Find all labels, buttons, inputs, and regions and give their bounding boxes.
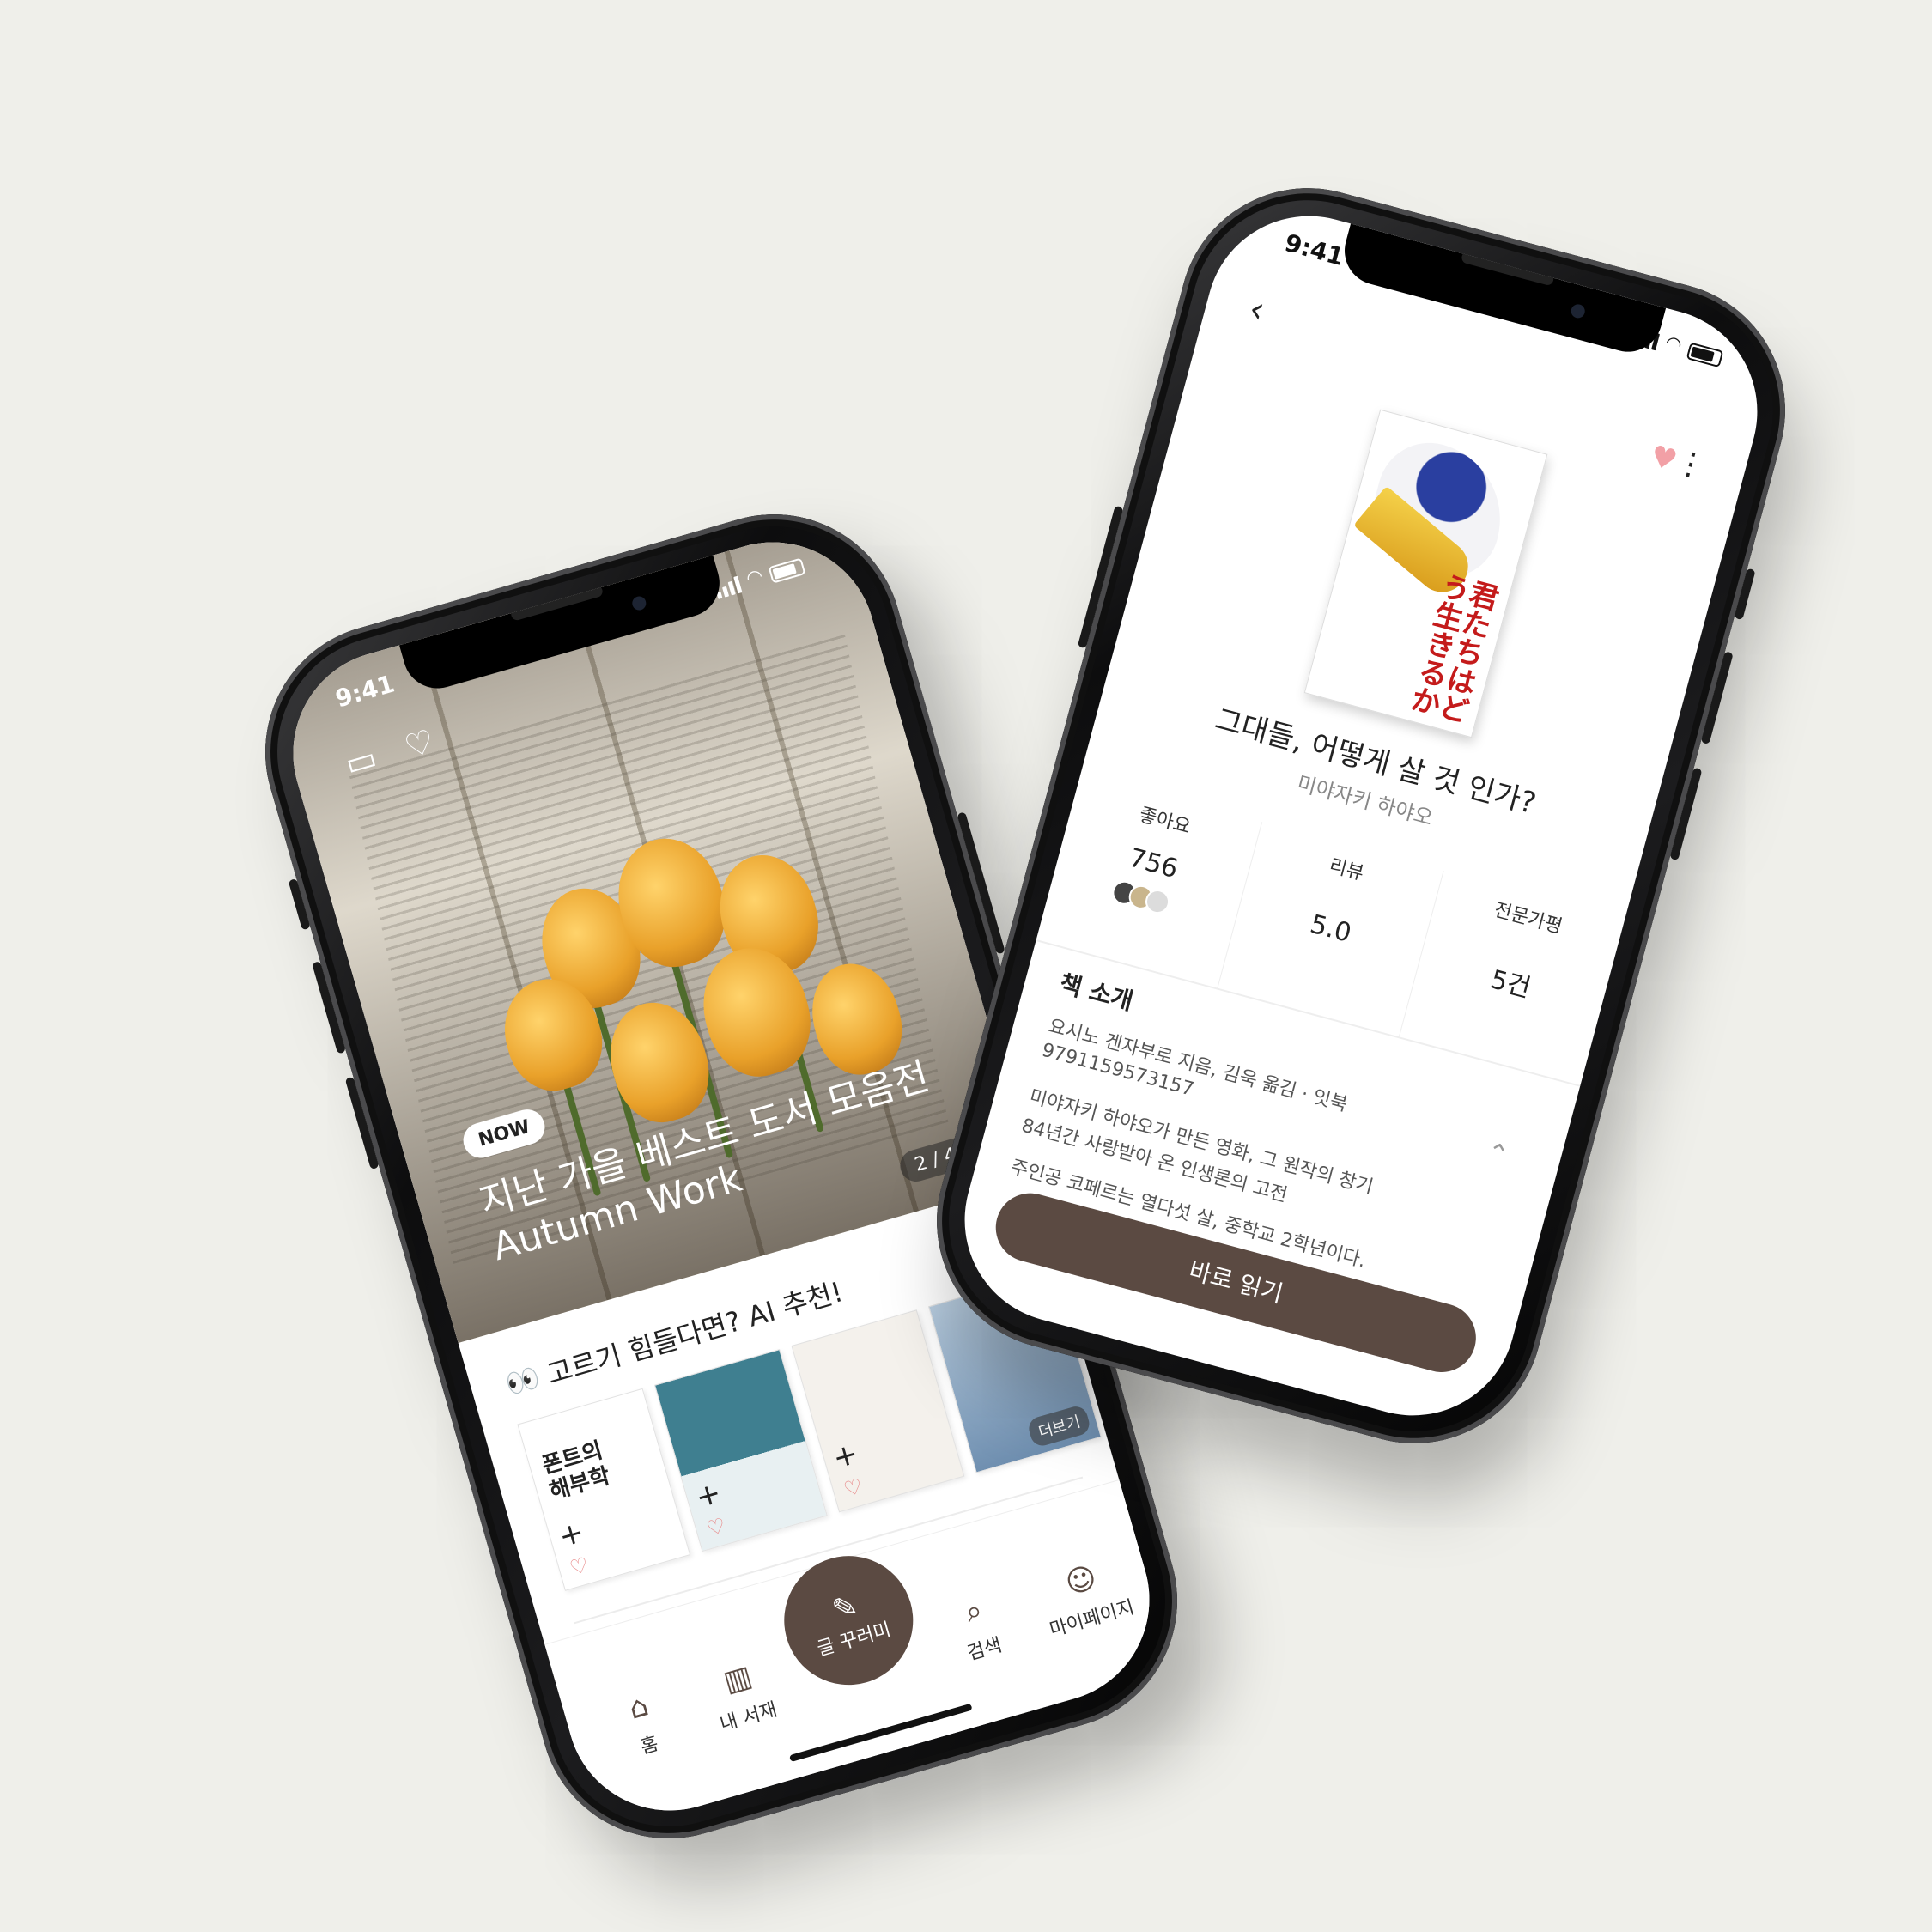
tab-search-label: 검색 (964, 1634, 1005, 1665)
stat-expert-value: 5건 (1487, 964, 1534, 1005)
add-icon[interactable]: + (829, 1437, 861, 1476)
wifi-icon: ◠ (1663, 331, 1684, 357)
tab-home-label: 홈 (638, 1733, 661, 1759)
detail-phone: 9:41 ◠ ‹ ♥ ⋮ 君たちはどう生きるか 그대들, 어떻게 살 것 인가?… (908, 159, 1814, 1473)
book-card-title: 폰트의 해부학 (539, 1437, 613, 1505)
battery-icon (768, 557, 806, 584)
tab-library-label: 내 서재 (717, 1698, 780, 1736)
heart-outline-icon[interactable]: ♡ (841, 1473, 865, 1502)
heart-outline-icon[interactable]: ♡ (400, 722, 439, 767)
chevron-up-icon[interactable]: ⌃ (1483, 1137, 1511, 1171)
stat-expert-label: 전문가평 (1492, 899, 1564, 939)
status-time: 9:41 (1281, 228, 1347, 271)
detail-screen: 9:41 ◠ ‹ ♥ ⋮ 君たちはどう生きるか 그대들, 어떻게 살 것 인가?… (941, 192, 1781, 1439)
eyes-emoji: 👀 (501, 1360, 544, 1401)
home-indicator (788, 1703, 973, 1763)
notch (1337, 223, 1667, 360)
heart-outline-icon[interactable]: ♡ (704, 1513, 728, 1541)
home-icon: ⌂ (624, 1688, 653, 1727)
intro-heading: 책 소개 (1056, 969, 1137, 1016)
cover-title: 君たちはどう生きるか (1402, 568, 1503, 726)
heart-outline-icon[interactable]: ♡ (567, 1552, 591, 1581)
add-icon[interactable]: + (555, 1515, 587, 1554)
stat-reviews-value: 5.0 (1307, 908, 1355, 949)
book-cover: 君たちはどう生きるか (1303, 409, 1548, 738)
stat-reviews-label: 리뷰 (1327, 854, 1366, 885)
search-icon: ⌕ (961, 1592, 987, 1631)
tab-library[interactable]: ▥ 내 서재 (688, 1649, 798, 1741)
tab-mypage[interactable]: ☺ 마이페이지 (1031, 1551, 1141, 1643)
hero-banner[interactable]: ▭ ♡ NOW 지난 가을 베스트 도서 모음전 Autumn Work 2 /… (269, 518, 1033, 1343)
more-button[interactable]: 더보기 (1026, 1403, 1092, 1449)
tab-home[interactable]: ⌂ 홈 (588, 1678, 698, 1770)
tab-search[interactable]: ⌕ 검색 (924, 1582, 1034, 1674)
wifi-icon: ◠ (744, 565, 765, 591)
back-button[interactable]: ‹ (1245, 287, 1270, 331)
write-button[interactable]: ✎ 글 꾸러미 (769, 1540, 929, 1700)
battery-icon (1686, 342, 1724, 368)
add-icon[interactable]: + (692, 1475, 725, 1515)
